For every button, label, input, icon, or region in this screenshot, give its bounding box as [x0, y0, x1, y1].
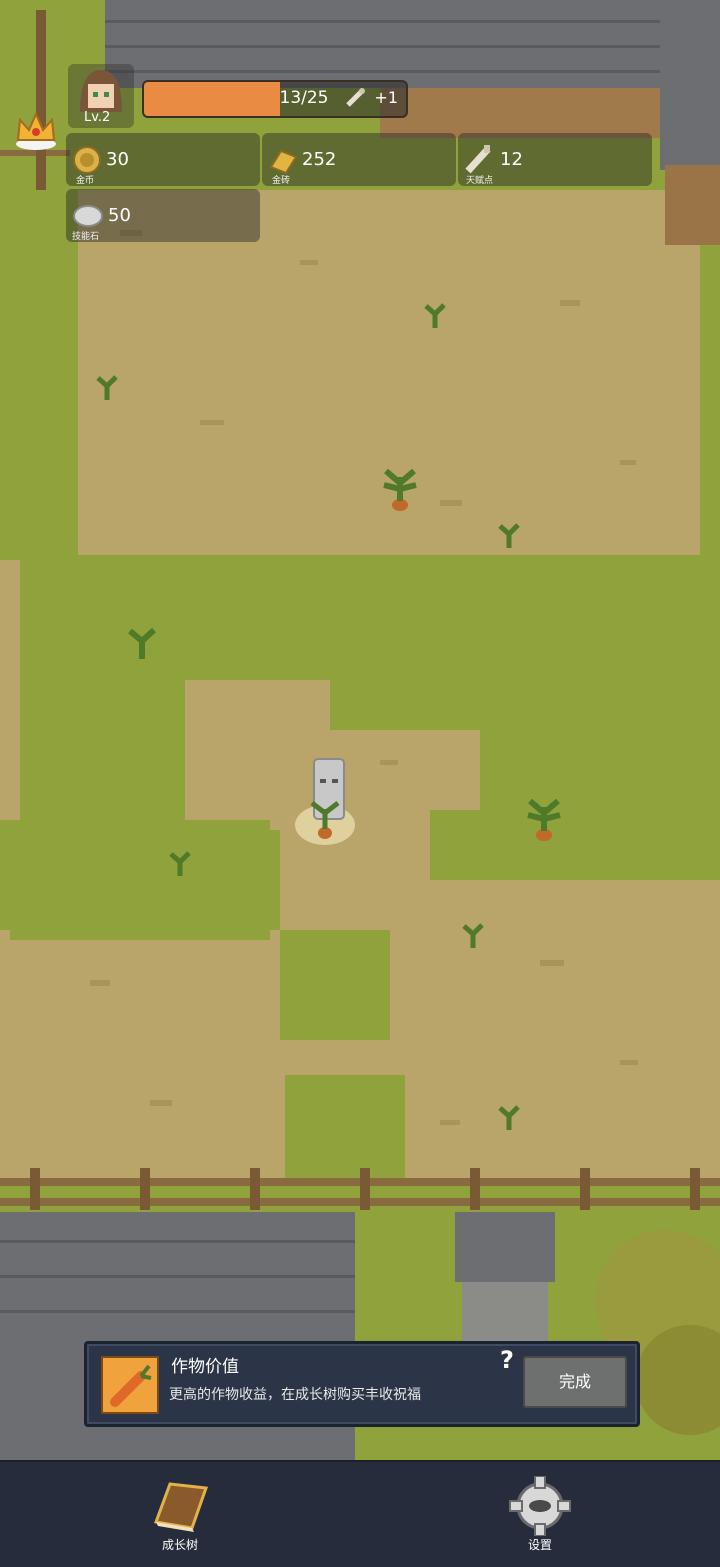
task-description: 更高的作物收益，在成长树购买丰收祝福	[169, 1387, 421, 1403]
task-banner[interactable]: 作物价值 更高的作物收益，在成长树购买丰收祝福 ? 完成	[84, 1341, 640, 1427]
gold-bars-panel[interactable]: 252 金砖	[262, 133, 456, 186]
task-title: 作物价值	[171, 1357, 239, 1377]
talent-scroll-icon	[465, 145, 491, 174]
crop-sprout[interactable]	[124, 625, 160, 661]
gold-bars-label: 金砖	[272, 176, 291, 186]
crop-sprout[interactable]	[420, 300, 450, 330]
crop-sprout[interactable]	[494, 1102, 524, 1132]
player-character[interactable]	[290, 755, 360, 850]
crop-carrot[interactable]	[378, 465, 422, 513]
xp-bonus: +1	[374, 88, 398, 107]
bottom-nav: 成长树 设置	[0, 1460, 720, 1567]
player-level: Lv.2	[84, 110, 111, 125]
book-icon	[153, 1482, 209, 1532]
settings-button[interactable]: 设置	[480, 1462, 600, 1567]
skill-stone-icon	[73, 205, 103, 227]
scroll-icon	[344, 87, 366, 113]
coin-icon	[73, 146, 101, 174]
crop-sprout[interactable]	[458, 920, 488, 950]
gear-icon	[509, 1476, 571, 1536]
done-button[interactable]: 完成	[523, 1356, 627, 1408]
coins-panel[interactable]: 30 金币	[66, 133, 260, 186]
growth-tree-label: 成长树	[161, 1538, 198, 1552]
crop-sprout[interactable]	[165, 848, 195, 878]
coins-label: 金币	[76, 176, 95, 186]
talent-panel[interactable]: 12 天赋点	[458, 133, 652, 186]
coins-value: 30	[106, 149, 129, 170]
help-icon[interactable]: ?	[500, 1346, 514, 1374]
crown-icon[interactable]	[12, 108, 60, 152]
skill-stone-value: 50	[108, 205, 131, 226]
carrot-task-icon	[101, 1356, 159, 1414]
talent-value: 12	[500, 149, 523, 170]
xp-bar: 13/25 +1	[142, 80, 408, 118]
skill-stone-panel[interactable]: 50 技能石	[66, 189, 260, 242]
growth-tree-button[interactable]: 成长树	[120, 1462, 240, 1567]
skill-stone-label: 技能石	[72, 232, 100, 242]
crop-sprout[interactable]	[494, 520, 524, 550]
settings-label: 设置	[527, 1538, 552, 1552]
gold-bars-value: 252	[302, 149, 337, 170]
gold-bar-icon	[269, 149, 298, 175]
crop-carrot[interactable]	[522, 795, 566, 843]
talent-label: 天赋点	[466, 176, 494, 186]
crop-sprout[interactable]	[92, 372, 122, 402]
